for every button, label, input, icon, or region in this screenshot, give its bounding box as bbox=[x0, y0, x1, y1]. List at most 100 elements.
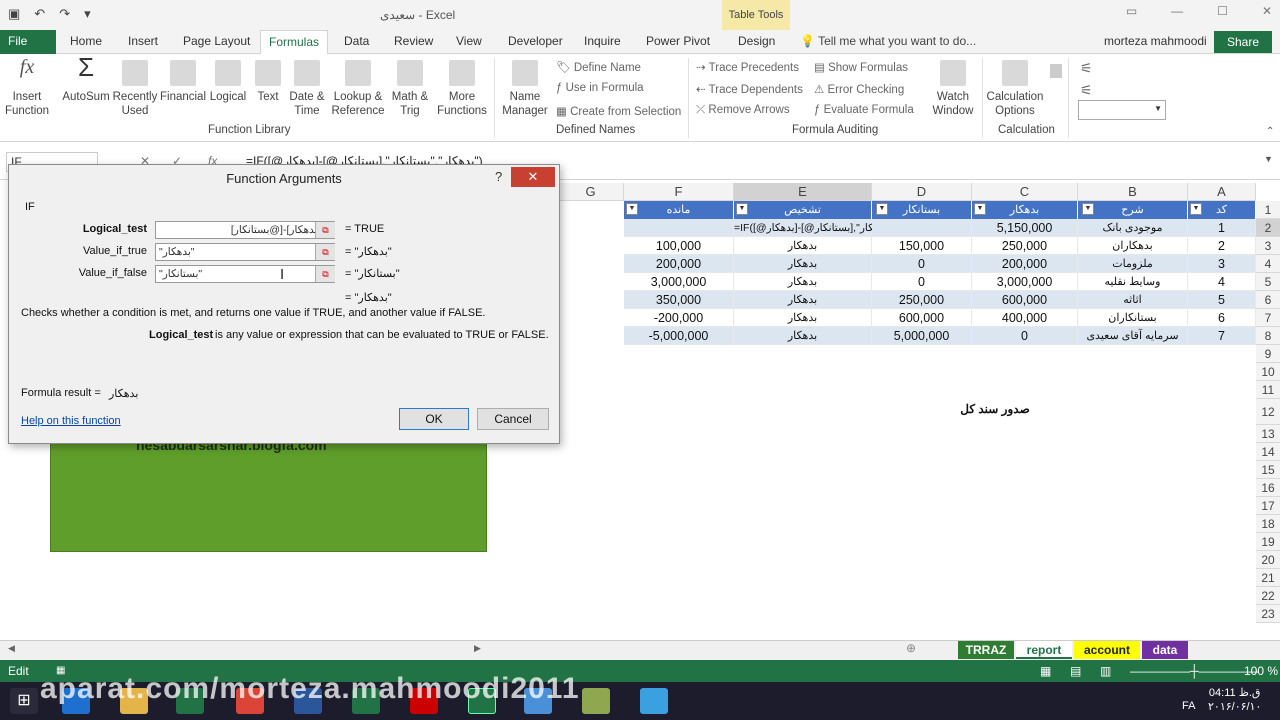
value-true-input[interactable]: "بدهکار" bbox=[155, 243, 335, 261]
cell-c7[interactable]: 400,000 bbox=[972, 309, 1078, 327]
range-select-icon[interactable]: ⧉ bbox=[315, 244, 335, 260]
add-sheet-icon[interactable]: ⊕ bbox=[906, 641, 916, 655]
recently-used-button[interactable]: Recently Used bbox=[112, 60, 158, 118]
row-header[interactable]: 17 bbox=[1256, 497, 1280, 515]
maximize-icon[interactable]: ☐ bbox=[1217, 4, 1228, 18]
cell-d4[interactable]: 0 bbox=[872, 255, 972, 273]
row-header[interactable]: 6 bbox=[1256, 291, 1280, 309]
cell-e8[interactable]: بدهکار bbox=[734, 327, 872, 345]
sheet-tab-report[interactable]: report bbox=[1016, 641, 1072, 659]
clock[interactable]: 04:11 ق.ظ ۲۰۱۶/۰۶/۱۰ bbox=[1208, 686, 1261, 714]
row-header[interactable]: 12 bbox=[1256, 399, 1280, 425]
column-header-f[interactable]: F bbox=[624, 183, 734, 201]
cell-a7[interactable]: 6 bbox=[1188, 309, 1256, 327]
cell-c5[interactable]: 3,000,000 bbox=[972, 273, 1078, 291]
filter-dropdown-icon[interactable]: ▼ bbox=[974, 203, 986, 215]
row-header[interactable]: 20 bbox=[1256, 551, 1280, 569]
cell-a5[interactable]: 4 bbox=[1188, 273, 1256, 291]
cell-c8[interactable]: 0 bbox=[972, 327, 1078, 345]
undo-icon[interactable]: ↶ bbox=[34, 6, 45, 22]
cell-b3[interactable]: بدهکاران bbox=[1078, 237, 1188, 255]
row-header[interactable]: 15 bbox=[1256, 461, 1280, 479]
help-link[interactable]: Help on this function bbox=[21, 415, 121, 427]
save-icon[interactable]: ▣ bbox=[8, 6, 20, 22]
sheet-tab-trraz[interactable]: TRRAZ bbox=[958, 641, 1014, 659]
row-header[interactable]: 13 bbox=[1256, 425, 1280, 443]
row-header[interactable]: 14 bbox=[1256, 443, 1280, 461]
row-header[interactable]: 5 bbox=[1256, 273, 1280, 291]
tab-inquire[interactable]: Inquire bbox=[576, 30, 629, 54]
cell-b2[interactable]: موجودی بانک bbox=[1078, 219, 1188, 237]
cell-b8[interactable]: سرمایه آقای سعیدی bbox=[1078, 327, 1188, 345]
row-header[interactable]: 9 bbox=[1256, 345, 1280, 363]
tab-formulas[interactable]: Formulas bbox=[260, 30, 329, 54]
cell-a4[interactable]: 3 bbox=[1188, 255, 1256, 273]
value-false-input[interactable]: "بستانکار" bbox=[155, 265, 335, 283]
trace-dependents-button[interactable]: ⇠ Trace Dependents bbox=[696, 82, 803, 96]
define-name-button[interactable]: 🏷 Define Name bbox=[556, 60, 641, 74]
cell-e2-formula[interactable]: =IF([@بدهکار]-[@بستانکار],"بدهکار","بستا… bbox=[734, 219, 941, 237]
user-name[interactable]: morteza mahmoodi bbox=[1104, 34, 1207, 48]
filter-dropdown-icon[interactable]: ▼ bbox=[1190, 203, 1202, 215]
row-header[interactable]: 1 bbox=[1256, 201, 1280, 219]
row-header[interactable]: 4 bbox=[1256, 255, 1280, 273]
cell-f7[interactable]: -200,000 bbox=[624, 309, 734, 327]
filter-dropdown-icon[interactable]: ▼ bbox=[876, 203, 888, 215]
app-icon[interactable] bbox=[640, 688, 668, 714]
row-header[interactable]: 7 bbox=[1256, 309, 1280, 327]
show-formulas-button[interactable]: ▤ Show Formulas bbox=[814, 60, 908, 74]
zoom-level[interactable]: 100 % bbox=[1244, 660, 1278, 682]
column-header-g[interactable]: G bbox=[558, 183, 624, 201]
row-header[interactable]: 11 bbox=[1256, 381, 1280, 399]
create-from-selection-button[interactable]: ▦ Create from Selection bbox=[556, 104, 681, 118]
cell-d3[interactable]: 150,000 bbox=[872, 237, 972, 255]
column-header-b[interactable]: B bbox=[1078, 183, 1188, 201]
use-in-formula-button[interactable]: ƒ Use in Formula bbox=[556, 82, 644, 94]
range-select-icon[interactable]: ⧉ bbox=[315, 222, 335, 238]
logical-button[interactable]: Logical bbox=[208, 60, 248, 104]
cell-e5[interactable]: بدهکار bbox=[734, 273, 872, 291]
cell-b5[interactable]: وسایط نقلیه bbox=[1078, 273, 1188, 291]
date-time-button[interactable]: Date & Time bbox=[286, 60, 328, 118]
tab-view[interactable]: View bbox=[448, 30, 490, 54]
normal-view-icon[interactable]: ▦ bbox=[1040, 660, 1051, 682]
more-functions-button[interactable]: More Functions bbox=[434, 60, 490, 118]
cell-f8[interactable]: -5,000,000 bbox=[624, 327, 734, 345]
cell-e6[interactable]: بدهکار bbox=[734, 291, 872, 309]
calc-now-icon[interactable] bbox=[1050, 64, 1062, 78]
remove-arrows-button[interactable]: ⤫ Remove Arrows bbox=[696, 104, 790, 117]
shapes-icon[interactable]: ⚟ bbox=[1080, 60, 1093, 77]
cell-f5[interactable]: 3,000,000 bbox=[624, 273, 734, 291]
tab-insert[interactable]: Insert bbox=[120, 30, 166, 54]
math-trig-button[interactable]: Math & Trig bbox=[388, 60, 432, 118]
filter-dropdown-icon[interactable]: ▼ bbox=[626, 203, 638, 215]
customize-qat-icon[interactable]: ▾ bbox=[84, 6, 91, 22]
row-header[interactable]: 8 bbox=[1256, 327, 1280, 345]
cell-d5[interactable]: 0 bbox=[872, 273, 972, 291]
range-select-icon[interactable]: ⧉ bbox=[315, 266, 335, 282]
tab-review[interactable]: Review bbox=[386, 30, 441, 54]
cell-c2[interactable]: 5,150,000 bbox=[972, 219, 1078, 237]
row-header[interactable]: 21 bbox=[1256, 569, 1280, 587]
scroll-right-icon[interactable]: ▶ bbox=[474, 643, 481, 654]
tell-me-search[interactable]: 💡 Tell me what you want to do... bbox=[800, 34, 976, 48]
redo-icon[interactable]: ↷ bbox=[59, 6, 70, 22]
cell-f6[interactable]: 350,000 bbox=[624, 291, 734, 309]
custom-dropdown[interactable]: ▼ bbox=[1078, 100, 1166, 120]
column-header-d[interactable]: D bbox=[872, 183, 972, 201]
minimize-icon[interactable]: — bbox=[1171, 4, 1183, 18]
row-header[interactable]: 23 bbox=[1256, 605, 1280, 623]
expand-formula-icon[interactable]: ▼ bbox=[1264, 154, 1273, 164]
page-layout-view-icon[interactable]: ▤ bbox=[1070, 660, 1081, 682]
column-header-c[interactable]: C bbox=[972, 183, 1078, 201]
cell-d8[interactable]: 5,000,000 bbox=[872, 327, 972, 345]
cell-e3[interactable]: بدهکار bbox=[734, 237, 872, 255]
ok-button[interactable]: OK bbox=[399, 408, 469, 430]
share-button[interactable]: Share bbox=[1214, 31, 1272, 53]
ribbon-display-icon[interactable]: ▭ bbox=[1126, 4, 1137, 18]
cell-a2[interactable]: 1 bbox=[1188, 219, 1256, 237]
cell-c3[interactable]: 250,000 bbox=[972, 237, 1078, 255]
logical-test-input[interactable]: [@بدهکار]-[@بستانکار] bbox=[155, 221, 335, 239]
row-header[interactable]: 3 bbox=[1256, 237, 1280, 255]
watch-window-button[interactable]: Watch Window bbox=[928, 60, 978, 118]
